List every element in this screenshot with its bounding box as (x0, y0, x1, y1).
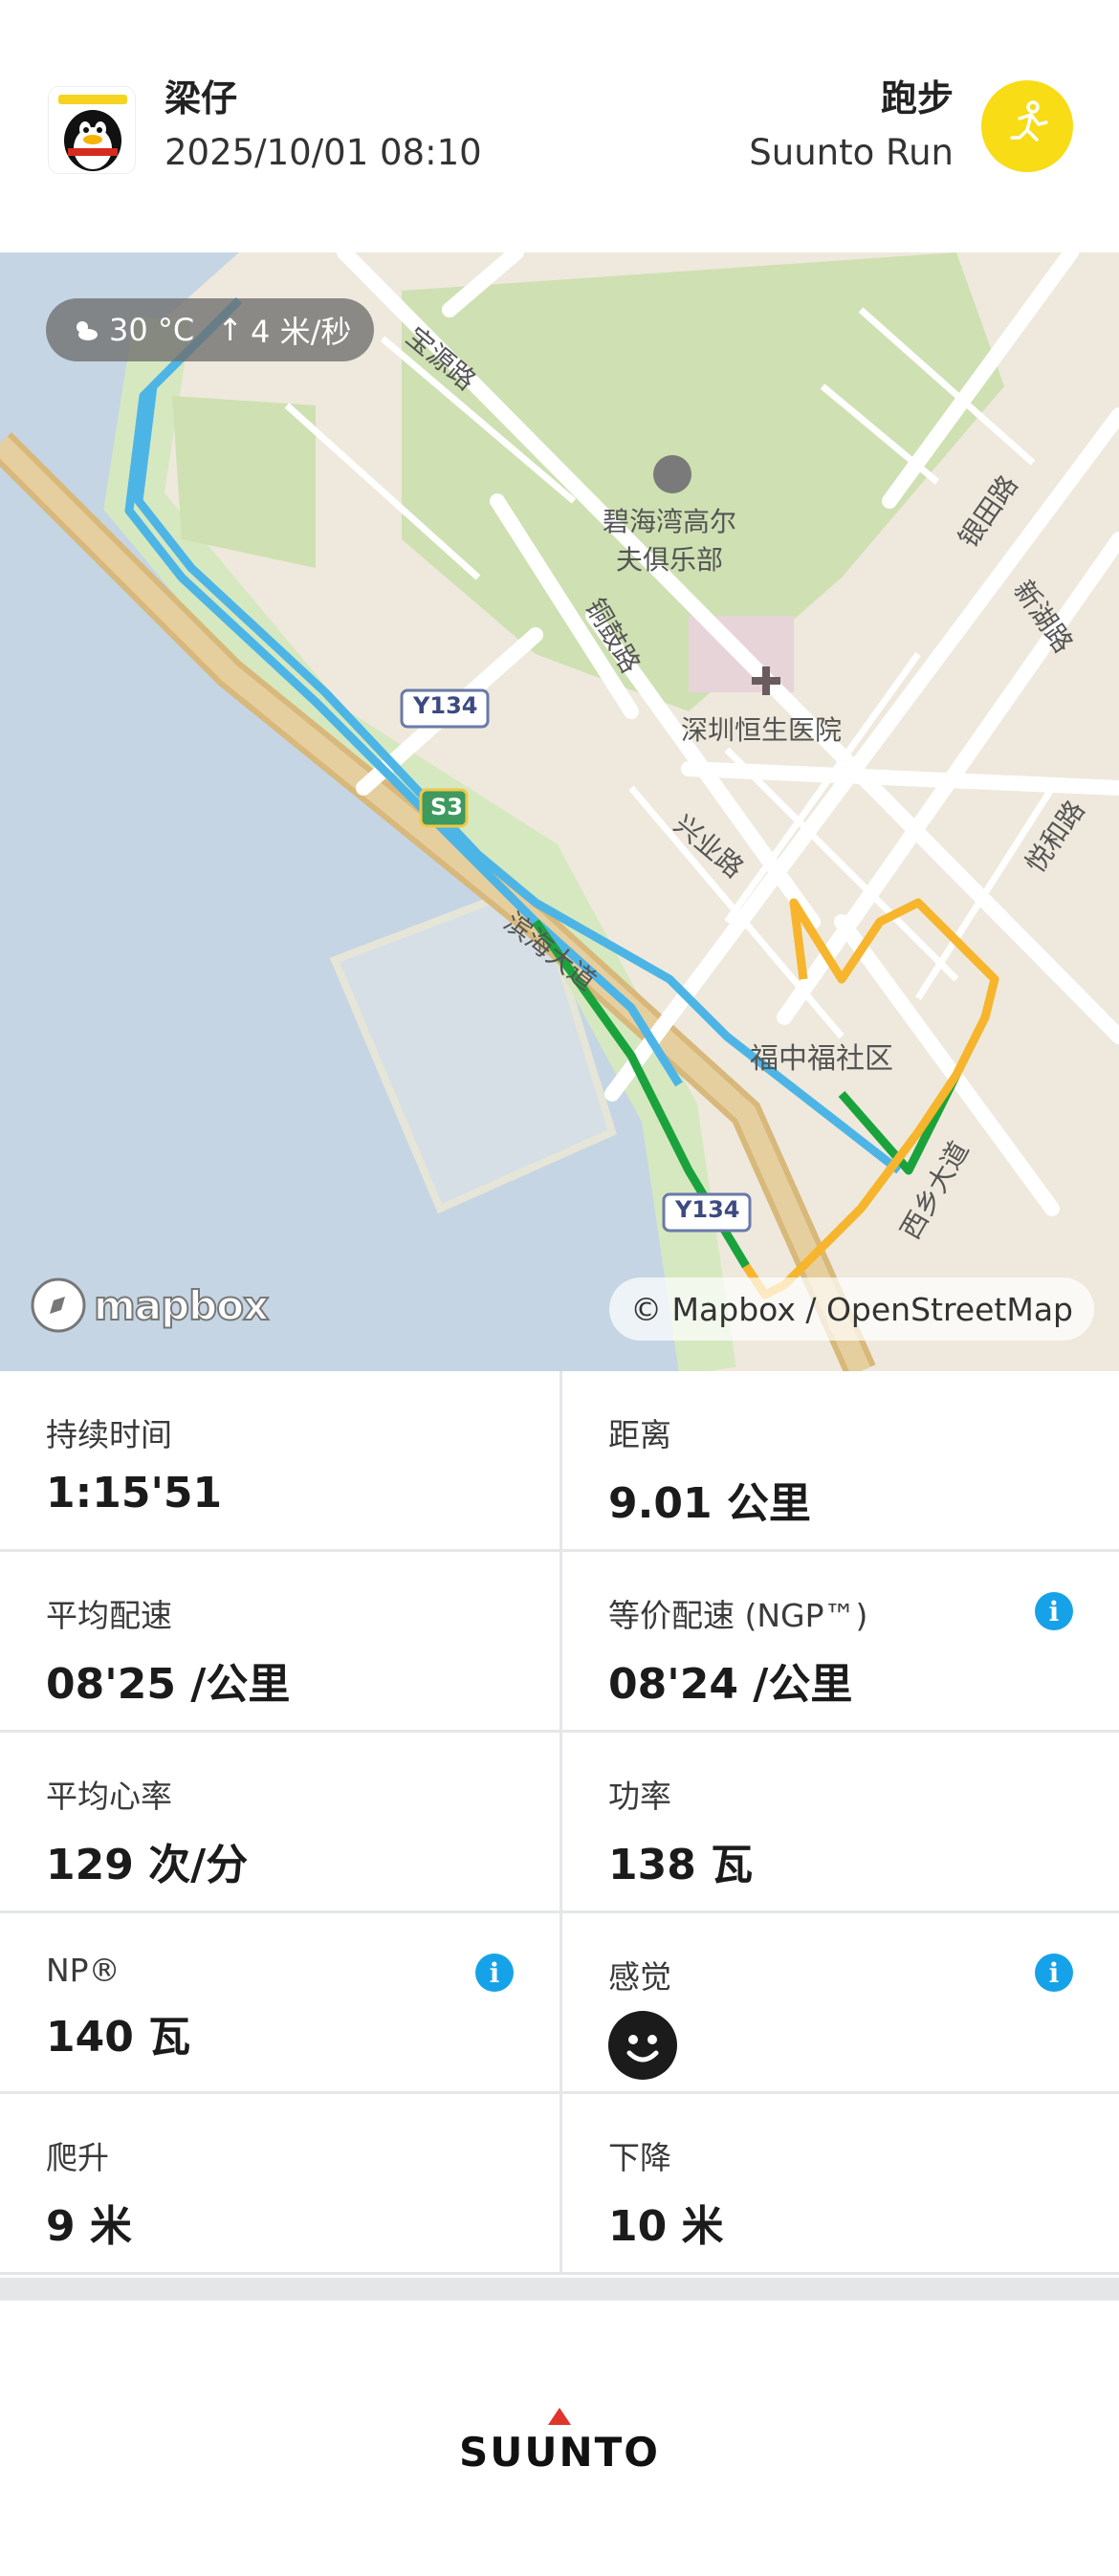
stat-value: 08'24 /公里 (608, 1660, 853, 1709)
stat-label: 下降 (608, 2139, 671, 2176)
stat-ngp-pace: 等价配速 (NGP™) 08'24 /公里 i (560, 1552, 1119, 1730)
suunto-triangle-icon (548, 2408, 571, 2425)
stat-value: 140 瓦 (46, 2013, 191, 2062)
stat-descent: 下降 10 米 (560, 2094, 1119, 2272)
qq-penguin-avatar-icon (49, 87, 135, 173)
mapbox-logo-icon (31, 1277, 86, 1333)
stat-normalized-power: NP® 140 瓦 i (0, 1913, 560, 2091)
stat-feeling: 感觉 i (560, 1913, 1119, 2091)
info-icon[interactable]: i (475, 1954, 514, 1992)
stat-value: 9.01 公里 (608, 1479, 811, 1528)
stats-row: 平均配速 08'25 /公里 等价配速 (NGP™) 08'24 /公里 i (0, 1552, 1119, 1733)
route-map[interactable]: 30 °C ↑ 4 米/秒 碧海湾高尔 夫俱乐部 深圳恒生医院 福中福社区 兴业… (0, 252, 1119, 1371)
map-label-golf-club: 碧海湾高尔 夫俱乐部 (603, 506, 737, 576)
road-shield-y134-south: Y134 (675, 1196, 740, 1223)
activity-header: 梁仔 2025/10/01 08:10 跑步 Suunto Run (0, 0, 1119, 252)
stat-distance: 距离 9.01 公里 (560, 1371, 1119, 1549)
activity-type: 跑步 (880, 77, 954, 120)
user-avatar[interactable] (48, 86, 136, 174)
stat-value: 1:15'51 (46, 1469, 223, 1517)
stats-row: 持续时间 1:15'51 距离 9.01 公里 (0, 1371, 1119, 1552)
stat-avg-pace: 平均配速 08'25 /公里 (0, 1552, 560, 1730)
stats-row: 爬升 9 米 下降 10 米 (0, 2094, 1119, 2275)
stat-value: 129 次/分 (46, 1841, 249, 1889)
stat-label: 爬升 (46, 2139, 109, 2176)
mapbox-logo-text: mapbox (93, 1281, 270, 1330)
suunto-brand-text: SUUNTO (459, 2429, 660, 2476)
smiley-face-icon (608, 2011, 677, 2080)
running-person-icon (981, 80, 1073, 172)
stat-value: 08'25 /公里 (46, 1660, 291, 1709)
sun-cloud-icon (77, 321, 98, 340)
temperature: 30 °C (109, 312, 195, 348)
stat-avg-heart-rate: 平均心率 129 次/分 (0, 1733, 560, 1910)
stat-power: 功率 138 瓦 (560, 1733, 1119, 1910)
stat-label: 功率 (608, 1778, 671, 1815)
weather-summary: 30 °C ↑ 4 米/秒 (46, 298, 375, 361)
activity-datetime: 2025/10/01 08:10 (165, 132, 482, 173)
user-name: 梁仔 (165, 77, 238, 120)
wind-arrow-icon: ↑ (217, 312, 244, 348)
mapbox-logo[interactable]: mapbox (29, 1276, 270, 1335)
info-icon[interactable]: i (1035, 1954, 1073, 1992)
stat-label: 平均配速 (46, 1597, 172, 1634)
map-attribution-link[interactable]: © Mapbox / OpenStreetMap (609, 1277, 1094, 1341)
road-shield-s3: S3 (430, 794, 463, 820)
stat-duration: 持续时间 1:15'51 (0, 1371, 560, 1549)
wind-speed: 4 米/秒 (251, 314, 352, 350)
map-label-hospital: 深圳恒生医院 (681, 714, 843, 746)
stats-row: 平均心率 129 次/分 功率 138 瓦 (0, 1733, 1119, 1913)
info-icon[interactable]: i (1035, 1592, 1073, 1630)
road-shield-y134-north: Y134 (413, 692, 478, 719)
activity-stats-grid: 持续时间 1:15'51 距离 9.01 公里 平均配速 08'25 /公里 等… (0, 1371, 1119, 2275)
suunto-logo: SUUNTO (0, 2408, 1119, 2476)
map-base-layer (0, 252, 1119, 1371)
stat-label: 平均心率 (46, 1778, 172, 1815)
stat-value: 138 瓦 (608, 1841, 754, 1889)
stats-row: NP® 140 瓦 i 感觉 i (0, 1913, 1119, 2094)
stat-value: 10 米 (608, 2202, 724, 2251)
section-divider (0, 2278, 1119, 2301)
map-label-community: 福中福社区 (750, 1042, 893, 1076)
stat-label: 距离 (608, 1416, 671, 1453)
stat-value: 9 米 (46, 2202, 132, 2251)
stat-ascent: 爬升 9 米 (0, 2094, 560, 2272)
stat-label: 持续时间 (46, 1416, 172, 1453)
activity-app-name: Suunto Run (749, 132, 954, 173)
